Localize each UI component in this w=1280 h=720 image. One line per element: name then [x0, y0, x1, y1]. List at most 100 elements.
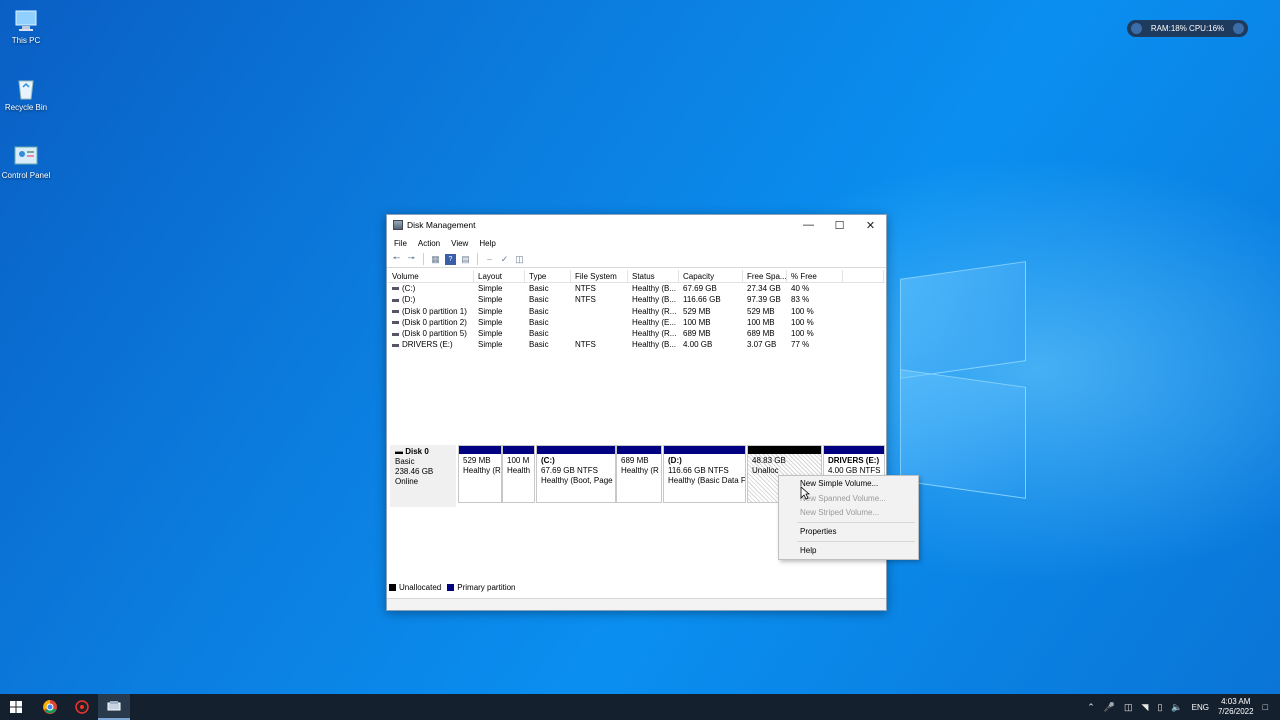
table-cell: 529 MB [743, 306, 787, 317]
cell-text: 100 MB [683, 317, 711, 327]
taskbar-recorder-button[interactable] [66, 694, 98, 720]
notifications-icon[interactable]: □ [1263, 702, 1268, 712]
partition-block[interactable]: 529 MB Healthy (R [458, 445, 502, 503]
cell-text: 27.34 GB [747, 284, 781, 293]
taskbar-disk-management-button[interactable] [98, 694, 130, 720]
window-title: Disk Management [407, 220, 476, 230]
view-icon[interactable]: ◫ [514, 254, 525, 265]
cell-text: 100 % [791, 306, 814, 316]
table-row[interactable]: (Disk 0 partition 2) Simple Basic Healthy (… [388, 317, 885, 328]
partition-line2: Healthy (Boot, Page [541, 476, 613, 485]
partition-block[interactable]: (D:) 116.66 GB NTFS Healthy (Basic Data F [663, 445, 746, 503]
partition-block[interactable]: 100 M Health [502, 445, 535, 503]
microphone-icon[interactable]: 🎤 [1104, 702, 1115, 713]
table-cell: 100 % [787, 317, 843, 328]
desktop-icon-this-pc[interactable]: This PC [0, 8, 56, 45]
menu-help[interactable]: Help [479, 239, 495, 248]
menu-file[interactable]: File [394, 239, 407, 248]
connect-icon[interactable]: ⎯ [484, 254, 495, 265]
meet-now-icon[interactable]: ◫ [1124, 702, 1133, 713]
table-cell [571, 328, 628, 339]
volume-list-header: Volume Layout Type File System Status Ca… [388, 270, 885, 283]
network-icon[interactable]: ◥ [1142, 702, 1149, 713]
help-book-icon[interactable]: ? [445, 253, 456, 265]
menu-new-simple-volume[interactable]: New Simple Volume... [800, 479, 878, 488]
table-row[interactable]: (D:) Simple Basic NTFS Healthy (B... 116.66 G… [388, 294, 885, 305]
column-header[interactable]: Free Spa... [743, 270, 787, 282]
chevron-up-icon[interactable]: ⌃ [1087, 702, 1095, 713]
table-row[interactable]: (Disk 0 partition 1) Simple Basic Healthy (… [388, 306, 885, 317]
check-icon[interactable]: ✓ [499, 254, 510, 265]
column-header[interactable]: Layout [474, 270, 525, 282]
cell-text: Healthy (E... [632, 317, 677, 327]
table-cell: (D:) [388, 294, 474, 305]
cell-text: (Disk 0 partition 1) [402, 306, 467, 316]
chrome-icon [43, 700, 57, 714]
title-bar[interactable]: Disk Management — ☐ ✕ [387, 215, 886, 235]
partition-title: (D:) [668, 456, 682, 465]
column-header[interactable]: File System [571, 270, 628, 282]
table-cell: NTFS [571, 339, 628, 350]
table-cell: Healthy (R... [628, 328, 679, 339]
properties-icon[interactable]: ▤ [460, 254, 471, 265]
table-cell: 689 MB [679, 328, 743, 339]
cell-text: Healthy (B... [632, 284, 677, 293]
disk-management-taskbar-icon [107, 701, 121, 711]
taskbar-chrome-button[interactable] [34, 694, 66, 720]
menu-help-item[interactable]: Help [800, 546, 816, 555]
minimize-button[interactable]: — [793, 215, 824, 235]
table-cell: 83 % [787, 294, 843, 305]
table-cell: Basic [525, 294, 571, 305]
desktop-icon-recycle-bin[interactable]: Recycle Bin [0, 75, 56, 112]
start-button[interactable] [0, 694, 32, 720]
arrow-right-icon[interactable] [1233, 23, 1244, 34]
cell-text: Simple [478, 317, 503, 327]
console-tree-icon[interactable]: ▦ [430, 254, 441, 265]
back-icon[interactable]: 🠔 [391, 253, 402, 265]
table-cell: Basic [525, 317, 571, 328]
column-header[interactable] [843, 270, 884, 282]
column-header[interactable]: % Free [787, 270, 843, 282]
column-header[interactable]: Volume [388, 270, 474, 282]
table-cell: NTFS [571, 283, 628, 294]
cell-text: 689 MB [747, 329, 775, 339]
cell-text: 4.00 GB [683, 340, 713, 350]
table-cell: Healthy (B... [628, 339, 679, 350]
battery-icon[interactable]: ▯ [1157, 702, 1162, 713]
table-row[interactable]: DRIVERS (E:) Simple Basic NTFS Healthy (B...… [388, 339, 885, 350]
control-panel-icon [14, 146, 38, 165]
partition-text: (C:) 67.69 GB NTFS Healthy (Boot, Page [537, 454, 615, 488]
disk-info[interactable]: ▬ Disk 0 Basic 238.46 GB Online [390, 445, 456, 507]
status-bar [387, 598, 886, 610]
menu-new-striped-volume[interactable]: New Striped Volume... [800, 508, 879, 517]
menu-action[interactable]: Action [418, 239, 440, 248]
maximize-button[interactable]: ☐ [824, 215, 855, 235]
forward-icon[interactable]: 🠖 [406, 253, 417, 265]
close-button[interactable]: ✕ [855, 215, 886, 235]
volume-icon[interactable]: 🔈 [1171, 702, 1182, 713]
language-indicator[interactable]: ENG [1192, 703, 1209, 712]
partition-block[interactable]: 689 MB Healthy (R [616, 445, 662, 503]
table-row[interactable]: (C:) Simple Basic NTFS Healthy (B... 67.69 GB… [388, 283, 885, 294]
table-cell: Simple [474, 283, 525, 294]
menu-view[interactable]: View [451, 239, 468, 248]
partition-text: 100 M Health [503, 454, 534, 478]
column-header[interactable]: Capacity [679, 270, 743, 282]
partition-block[interactable]: (C:) 67.69 GB NTFS Healthy (Boot, Page [536, 445, 616, 503]
table-cell: 97.39 GB [743, 294, 787, 305]
table-cell: Simple [474, 317, 525, 328]
table-cell: 529 MB [679, 306, 743, 317]
menu-new-spanned-volume[interactable]: New Spanned Volume... [800, 494, 886, 503]
column-header[interactable]: Status [628, 270, 679, 282]
system-monitor-widget[interactable]: RAM:18% CPU:16% [1127, 20, 1248, 37]
partition-line1: 689 MB [621, 456, 649, 465]
clock[interactable]: 4:03 AM 7/26/2022 [1218, 697, 1254, 717]
table-cell [571, 317, 628, 328]
table-row[interactable]: (Disk 0 partition 5) Simple Basic Healthy (… [388, 328, 885, 339]
partition-line2: Health [507, 466, 531, 475]
cell-text: 529 MB [683, 306, 711, 316]
menu-properties[interactable]: Properties [800, 527, 836, 536]
cell-text: Basic [529, 329, 549, 339]
column-header[interactable]: Type [525, 270, 571, 282]
desktop-icon-control-panel[interactable]: Control Panel [0, 143, 56, 180]
